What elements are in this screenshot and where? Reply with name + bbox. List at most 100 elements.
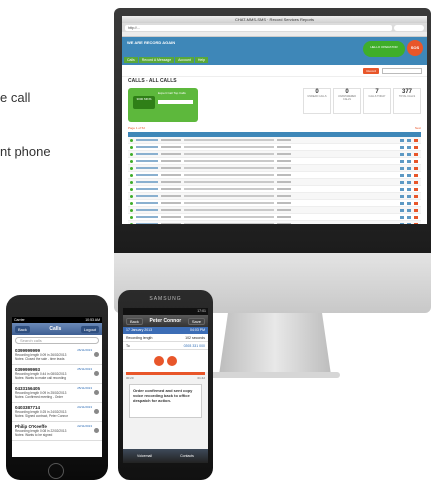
table-row[interactable] [128, 186, 421, 193]
delete-icon[interactable] [414, 201, 418, 205]
home-button[interactable] [48, 463, 64, 479]
browser-search[interactable] [394, 24, 424, 31]
cell-number [136, 139, 158, 141]
chevron-right-icon[interactable] [94, 352, 99, 357]
nav-tab-account[interactable]: Account [175, 57, 194, 63]
play-icon[interactable] [400, 166, 404, 170]
save-button[interactable]: Save [187, 317, 205, 325]
delete-icon[interactable] [414, 215, 418, 219]
play-icon[interactable] [400, 201, 404, 205]
status-dot-icon [130, 215, 133, 219]
address-bar[interactable]: http://... [125, 24, 392, 31]
list-item[interactable]: Philip O'Keeffe Recording length 0:08 in… [12, 422, 102, 441]
play-icon[interactable] [400, 215, 404, 219]
logout-button[interactable]: Logout [80, 325, 99, 333]
list-item[interactable]: 0433156405 Recording length 0:09 in 25/0… [12, 384, 102, 403]
to-value[interactable]: 0393 331 000 [184, 342, 205, 349]
delete-icon[interactable] [414, 173, 418, 177]
cell-notes [184, 160, 274, 162]
download-icon[interactable] [407, 208, 411, 212]
play-icon[interactable] [154, 356, 164, 366]
table-row[interactable] [128, 200, 421, 207]
table-row[interactable] [128, 172, 421, 179]
list-item[interactable]: 0399999999 Recording length 0:09 in 26/0… [12, 346, 102, 365]
play-icon[interactable] [400, 194, 404, 198]
time-elapsed: 00:20 [126, 376, 134, 380]
play-icon[interactable] [400, 145, 404, 149]
download-icon[interactable] [407, 166, 411, 170]
search-input[interactable]: Search calls [15, 337, 99, 344]
delete-icon[interactable] [414, 208, 418, 212]
table-row[interactable] [128, 193, 421, 200]
record-button[interactable]: Record [363, 67, 379, 74]
play-icon[interactable] [400, 208, 404, 212]
delete-icon[interactable] [414, 145, 418, 149]
minutes-badge: 3000 MINS [133, 96, 155, 109]
table-row[interactable] [128, 179, 421, 186]
tab-voicemail[interactable]: Voicemail [137, 454, 152, 458]
table-row[interactable] [128, 158, 421, 165]
site-logo[interactable]: WE ARE RECORD AGAIN [127, 40, 175, 46]
download-icon[interactable] [407, 201, 411, 205]
chevron-right-icon[interactable] [94, 409, 99, 414]
download-icon[interactable] [407, 145, 411, 149]
row-actions [400, 159, 421, 163]
tab-contacts[interactable]: Contacts [180, 454, 194, 458]
delete-icon[interactable] [414, 194, 418, 198]
chevron-right-icon[interactable] [94, 428, 99, 433]
call-note[interactable]: Order confirmed and sent copy voice reco… [129, 384, 202, 418]
list-item[interactable]: 0403387714 Recording length 0:25 in 24/0… [12, 403, 102, 422]
cell-notes [184, 216, 274, 218]
status-dot-icon [130, 138, 133, 142]
delete-icon[interactable] [414, 187, 418, 191]
table-row[interactable] [128, 214, 421, 221]
back-button[interactable]: Back [126, 317, 143, 325]
delete-icon[interactable] [414, 166, 418, 170]
delete-icon[interactable] [414, 152, 418, 156]
download-icon[interactable] [407, 159, 411, 163]
table-row[interactable] [128, 137, 421, 144]
chevron-right-icon[interactable] [94, 371, 99, 376]
play-icon[interactable] [400, 152, 404, 156]
table-row[interactable] [128, 151, 421, 158]
play-icon[interactable] [400, 180, 404, 184]
download-icon[interactable] [407, 222, 411, 224]
call-note: Notes: Wants to be signed [15, 433, 53, 437]
nav-tab-calls[interactable]: Calls [124, 57, 138, 63]
back-button[interactable]: Back [15, 325, 30, 333]
download-icon[interactable] [407, 194, 411, 198]
table-row[interactable] [128, 144, 421, 151]
table-row[interactable] [128, 165, 421, 172]
pagination-next[interactable]: Next [415, 125, 421, 132]
play-icon[interactable] [400, 159, 404, 163]
site-search-input[interactable] [382, 67, 422, 74]
list-item[interactable]: 0399999993 Recording length 0:44 in 08/0… [12, 365, 102, 384]
recording-value: 102 seconds [185, 336, 205, 340]
download-icon[interactable] [407, 173, 411, 177]
table-row[interactable] [128, 221, 421, 224]
download-icon[interactable] [407, 180, 411, 184]
nav-tab-record[interactable]: Record A Message [138, 57, 175, 63]
delete-icon[interactable] [414, 180, 418, 184]
delete-icon[interactable] [414, 159, 418, 163]
play-icon[interactable] [400, 222, 404, 224]
chevron-right-icon[interactable] [94, 390, 99, 395]
play-icon[interactable] [400, 173, 404, 177]
iphone-screen: Carrier 10:53 AM Back Calls Logout Searc… [12, 317, 102, 457]
pause-icon[interactable] [167, 356, 177, 366]
status-dot-icon [130, 222, 133, 224]
download-icon[interactable] [407, 152, 411, 156]
play-icon[interactable] [400, 187, 404, 191]
table-row[interactable] [128, 207, 421, 214]
cell-number [136, 202, 158, 204]
sos-button[interactable]: SOS [407, 40, 423, 56]
status-dot-icon [130, 152, 133, 156]
download-icon[interactable] [407, 215, 411, 219]
nav-tab-help[interactable]: Help [194, 57, 209, 63]
delete-icon[interactable] [414, 222, 418, 224]
delete-icon[interactable] [414, 138, 418, 142]
download-icon[interactable] [407, 187, 411, 191]
play-icon[interactable] [400, 138, 404, 142]
download-icon[interactable] [407, 138, 411, 142]
status-time: 10:53 AM [85, 318, 100, 322]
